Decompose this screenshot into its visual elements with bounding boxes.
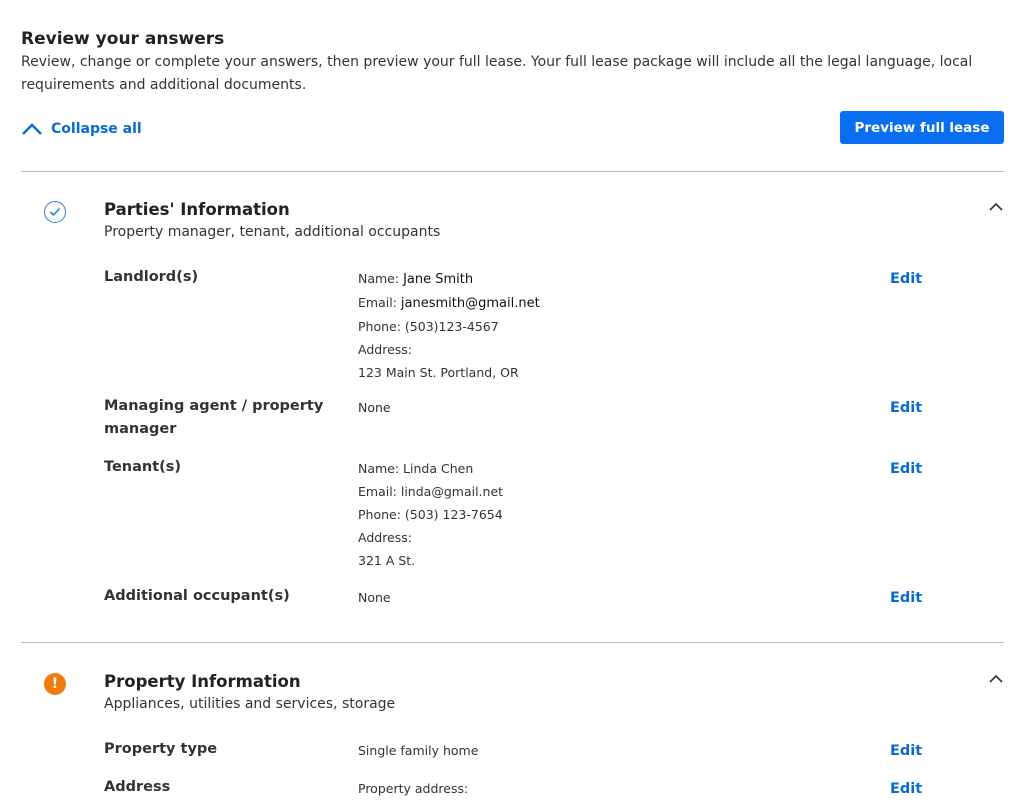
collapse-all-button[interactable]: Collapse all — [21, 121, 142, 137]
warning-icon: ! — [44, 673, 66, 695]
row-value-managing-agent: None — [358, 400, 391, 415]
section-subtitle-parties: Property manager, tenant, additional occ… — [104, 224, 441, 240]
intro-text: Review, change or complete your answers,… — [21, 54, 973, 93]
row-label-tenant: Tenant(s) — [104, 459, 182, 475]
chevron-up-icon — [22, 123, 42, 135]
edit-link-managing-agent[interactable]: Edit — [890, 400, 922, 416]
edit-link-address[interactable]: Edit — [890, 781, 922, 797]
edit-link-tenant[interactable]: Edit — [890, 461, 922, 477]
complete-check-icon — [44, 201, 66, 223]
page-title: Review your answers — [21, 29, 225, 49]
row-value-address: Property address: — [358, 781, 469, 796]
row-value-landlord: Name: Jane Smith Email: janesmith@gmail.… — [358, 271, 540, 380]
row-value-property-type: Single family home — [358, 743, 479, 758]
section-title-parties: Parties' Information — [104, 200, 290, 219]
row-label-address: Address — [104, 779, 171, 795]
section-title-property: Property Information — [104, 672, 301, 691]
edit-link-landlord[interactable]: Edit — [890, 271, 922, 287]
divider — [21, 171, 1004, 172]
row-label-additional-occupants: Additional occupant(s) — [104, 588, 290, 604]
row-label-landlord: Landlord(s) — [104, 269, 199, 285]
divider — [21, 642, 1004, 643]
preview-full-lease-button[interactable]: Preview full lease — [840, 111, 1004, 144]
chevron-up-icon[interactable] — [988, 201, 1004, 211]
section-subtitle-property: Appliances, utilities and services, stor… — [104, 696, 396, 712]
row-label-managing-agent: Managing agent / property manager — [104, 398, 324, 437]
row-value-additional-occupants: None — [358, 590, 391, 605]
edit-link-additional-occupants[interactable]: Edit — [890, 590, 922, 606]
row-label-property-type: Property type — [104, 741, 218, 757]
collapse-all-label: Collapse all — [51, 121, 142, 137]
edit-link-property-type[interactable]: Edit — [890, 743, 922, 759]
chevron-up-icon[interactable] — [988, 673, 1004, 683]
row-value-tenant: Name: Linda Chen Email: linda@gmail.net … — [358, 461, 504, 568]
